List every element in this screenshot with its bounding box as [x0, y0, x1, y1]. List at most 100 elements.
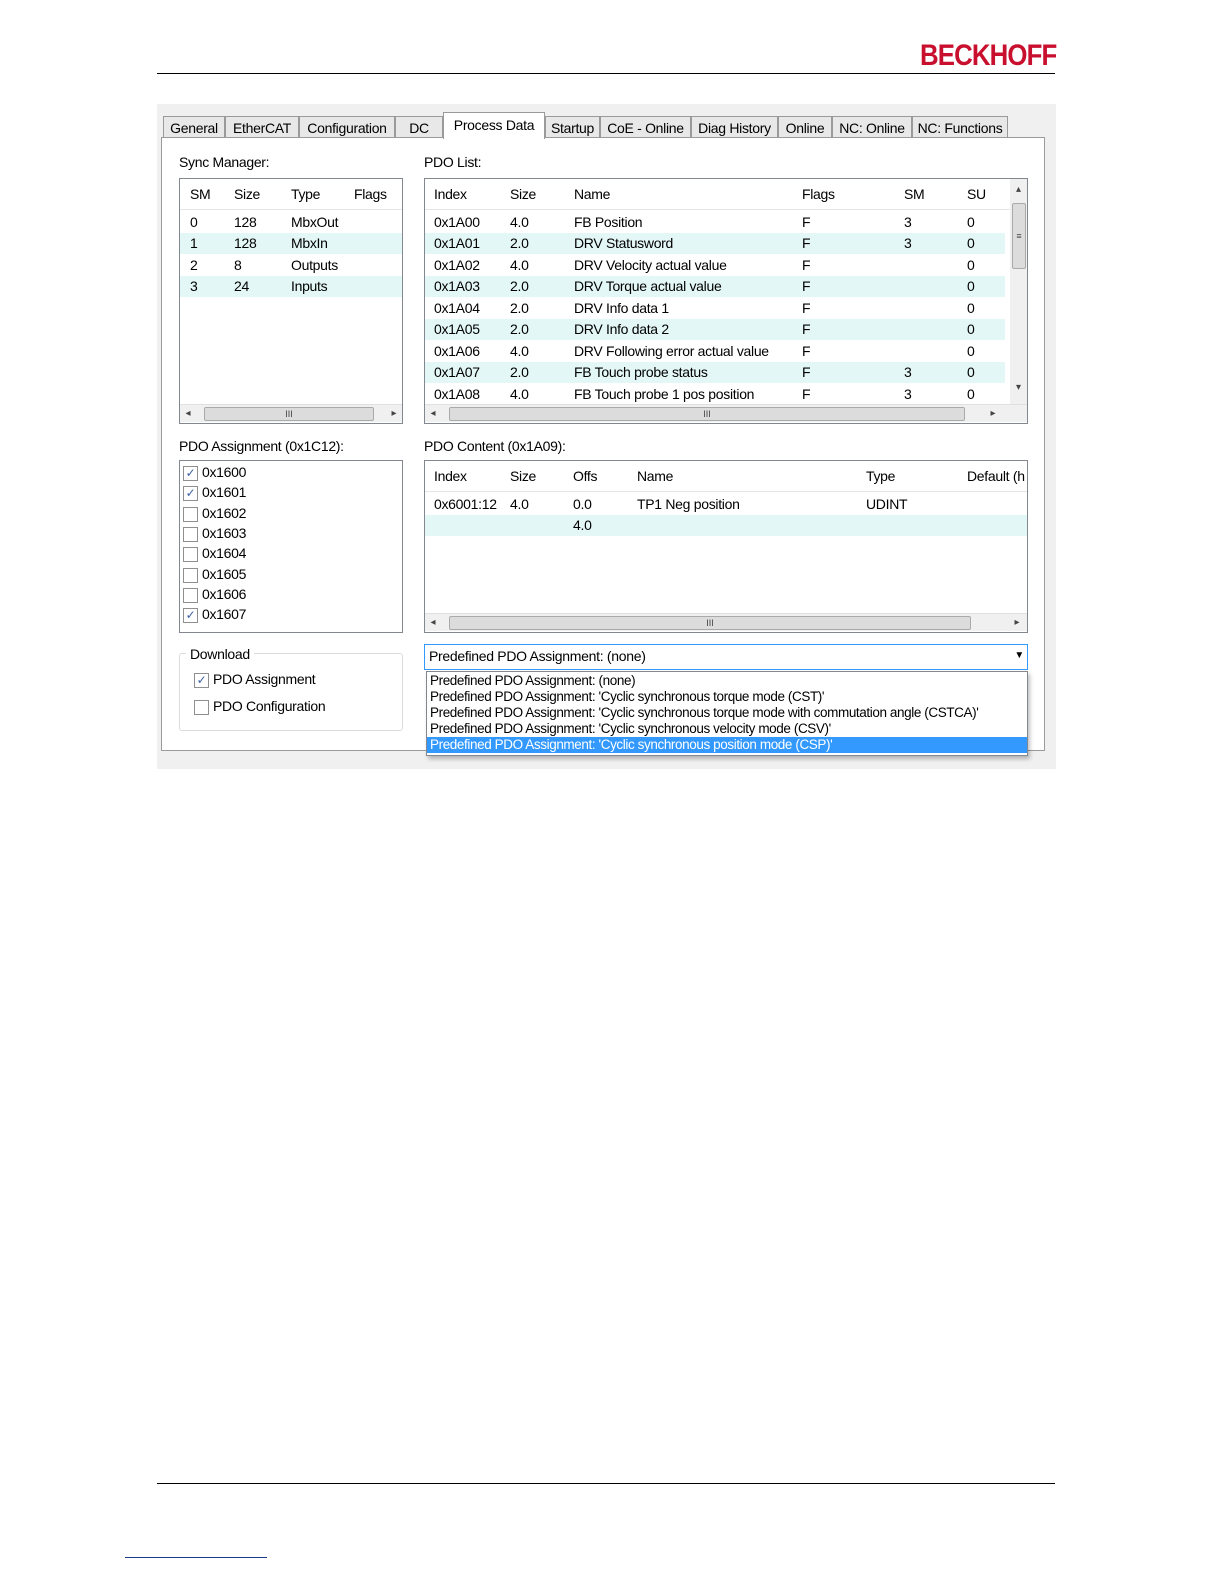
- process-data-panel: Sync Manager: SM Size Type Flags 0 128 M…: [161, 137, 1045, 756]
- cell: 0: [190, 214, 198, 230]
- tab-diag-history[interactable]: Diag History: [691, 116, 778, 138]
- scroll-left-icon[interactable]: ◂: [180, 405, 196, 422]
- horizontal-scrollbar[interactable]: ◂ III ▸: [180, 404, 402, 422]
- scroll-thumb[interactable]: III: [449, 407, 965, 421]
- column-header[interactable]: Default (h: [967, 468, 1025, 484]
- tab-nc-functions[interactable]: NC: Functions: [912, 116, 1008, 138]
- scroll-left-icon[interactable]: ◂: [425, 405, 441, 422]
- scroll-thumb[interactable]: III: [204, 407, 374, 421]
- sync-manager-table[interactable]: SM Size Type Flags 0 128 MbxOut 1 128 Mb…: [179, 178, 403, 424]
- table-row[interactable]: 0 128 MbxOut: [180, 212, 402, 233]
- horizontal-scrollbar[interactable]: ◂ III ▸: [425, 613, 1027, 631]
- table-row[interactable]: 4.0: [425, 515, 1027, 536]
- predefined-pdo-assignment-select[interactable]: Predefined PDO Assignment: (none) ▼: [424, 644, 1028, 670]
- checkbox[interactable]: [183, 568, 198, 583]
- column-header[interactable]: Flags: [354, 186, 387, 202]
- scroll-up-icon[interactable]: ▴: [1010, 181, 1027, 198]
- table-row[interactable]: 0x1A06 4.0 DRV Following error actual va…: [425, 341, 1005, 362]
- column-header[interactable]: Index: [434, 468, 467, 484]
- table-row[interactable]: 0x1A03 2.0 DRV Torque actual value F 0: [425, 276, 1005, 297]
- table-row[interactable]: 2 8 Outputs: [180, 255, 402, 276]
- table-row[interactable]: 0x1A00 4.0 FB Position F 3 0: [425, 212, 1005, 233]
- column-header[interactable]: SU: [967, 186, 986, 202]
- tab-coe-online[interactable]: CoE - Online: [600, 116, 691, 138]
- checkbox-checked[interactable]: ✓: [183, 608, 198, 623]
- dropdown-option[interactable]: Predefined PDO Assignment: 'Cyclic synch…: [427, 721, 1027, 737]
- scroll-left-icon[interactable]: ◂: [425, 614, 441, 631]
- column-header[interactable]: Index: [434, 186, 467, 202]
- tab-configuration[interactable]: Configuration: [299, 116, 395, 138]
- column-header[interactable]: Size: [234, 186, 260, 202]
- tab-nc-online[interactable]: NC: Online: [832, 116, 912, 138]
- column-header[interactable]: Type: [866, 468, 895, 484]
- checkbox-checked[interactable]: ✓: [183, 486, 198, 501]
- checkbox[interactable]: [183, 547, 198, 562]
- pdo-content-table[interactable]: Index Size Offs Name Type Default (h 0x6…: [424, 460, 1028, 633]
- checkbox[interactable]: [194, 700, 209, 715]
- column-header[interactable]: Flags: [802, 186, 835, 202]
- cell: F: [802, 321, 811, 337]
- column-header[interactable]: Offs: [573, 468, 598, 484]
- cell: 2.0: [510, 300, 529, 316]
- cell: F: [802, 235, 811, 251]
- column-header[interactable]: Type: [291, 186, 320, 202]
- dropdown-option[interactable]: Predefined PDO Assignment: 'Cyclic synch…: [427, 705, 1027, 721]
- cell: 128: [234, 214, 257, 230]
- cell: 0x6001:12: [434, 496, 497, 512]
- cell: 2.0: [510, 364, 529, 380]
- tab-online[interactable]: Online: [778, 116, 832, 138]
- download-group: [179, 653, 403, 731]
- cell: 0x1A01: [434, 235, 480, 251]
- table-row[interactable]: 0x1A05 2.0 DRV Info data 2 F 0: [425, 319, 1005, 340]
- cell: 0: [967, 321, 975, 337]
- scroll-right-icon[interactable]: ▸: [386, 405, 402, 422]
- table-row[interactable]: 0x1A01 2.0 DRV Statusword F 3 0: [425, 233, 1005, 254]
- dropdown-option[interactable]: Predefined PDO Assignment: 'Cyclic synch…: [427, 689, 1027, 705]
- cell: FB Position: [574, 214, 643, 230]
- tab-startup[interactable]: Startup: [545, 116, 600, 138]
- dropdown-option[interactable]: Predefined PDO Assignment: (none): [427, 673, 1027, 689]
- column-header[interactable]: Size: [510, 468, 536, 484]
- predefined-options-list[interactable]: Predefined PDO Assignment: (none) Predef…: [426, 671, 1028, 756]
- checkbox[interactable]: [183, 527, 198, 542]
- table-row[interactable]: 3 24 Inputs: [180, 276, 402, 297]
- cell: 4.0: [510, 343, 529, 359]
- scroll-thumb[interactable]: III: [449, 616, 971, 630]
- dropdown-option-selected[interactable]: Predefined PDO Assignment: 'Cyclic synch…: [427, 737, 1027, 753]
- scroll-right-icon[interactable]: ▸: [985, 405, 1001, 422]
- column-header[interactable]: Name: [574, 186, 610, 202]
- pdo-assignment-list[interactable]: ✓ 0x1600 ✓ 0x1601 0x1602 0x1603 0x1604 0x1…: [179, 460, 403, 633]
- column-header[interactable]: SM: [904, 186, 925, 202]
- table-row[interactable]: 1 128 MbxIn: [180, 233, 402, 254]
- column-header[interactable]: Name: [637, 468, 673, 484]
- table-row[interactable]: 0x1A07 2.0 FB Touch probe status F 3 0: [425, 362, 1005, 383]
- cell: 0: [967, 257, 975, 273]
- vertical-scrollbar[interactable]: ▴ ≡ ▾: [1010, 179, 1027, 404]
- pdo-list-table[interactable]: Index Size Name Flags SM SU 0x1A00 4.0 F…: [424, 178, 1028, 424]
- checkbox[interactable]: [183, 507, 198, 522]
- chevron-down-icon[interactable]: ▼: [1014, 650, 1024, 661]
- cell: Outputs: [291, 257, 338, 273]
- checkbox-checked[interactable]: ✓: [194, 673, 209, 688]
- horizontal-scrollbar[interactable]: ◂ III ▸: [425, 404, 1027, 422]
- checkbox-checked[interactable]: ✓: [183, 466, 198, 481]
- table-row[interactable]: 0x1A02 4.0 DRV Velocity actual value F 0: [425, 255, 1005, 276]
- tab-process-data[interactable]: Process Data: [443, 112, 545, 139]
- scroll-thumb[interactable]: ≡: [1012, 203, 1026, 269]
- column-header[interactable]: Size: [510, 186, 536, 202]
- cell: DRV Torque actual value: [574, 278, 722, 294]
- scroll-right-icon[interactable]: ▸: [1009, 614, 1025, 631]
- table-row[interactable]: 0x1A04 2.0 DRV Info data 1 F 0: [425, 298, 1005, 319]
- tab-general[interactable]: General: [163, 116, 225, 138]
- item-label: 0x1602: [202, 505, 247, 521]
- tab-ethercat[interactable]: EtherCAT: [225, 116, 299, 138]
- checkbox[interactable]: [183, 588, 198, 603]
- table-row[interactable]: 0x1A08 4.0 FB Touch probe 1 pos position…: [425, 384, 1005, 404]
- table-row[interactable]: 0x6001:12 4.0 0.0 TP1 Neg position UDINT: [425, 494, 1027, 515]
- cell: 0: [967, 214, 975, 230]
- download-label: Download: [186, 646, 254, 662]
- cell: 0.0: [573, 496, 592, 512]
- scroll-down-icon[interactable]: ▾: [1010, 379, 1027, 396]
- column-header[interactable]: SM: [190, 186, 211, 202]
- tab-dc[interactable]: DC: [395, 116, 443, 138]
